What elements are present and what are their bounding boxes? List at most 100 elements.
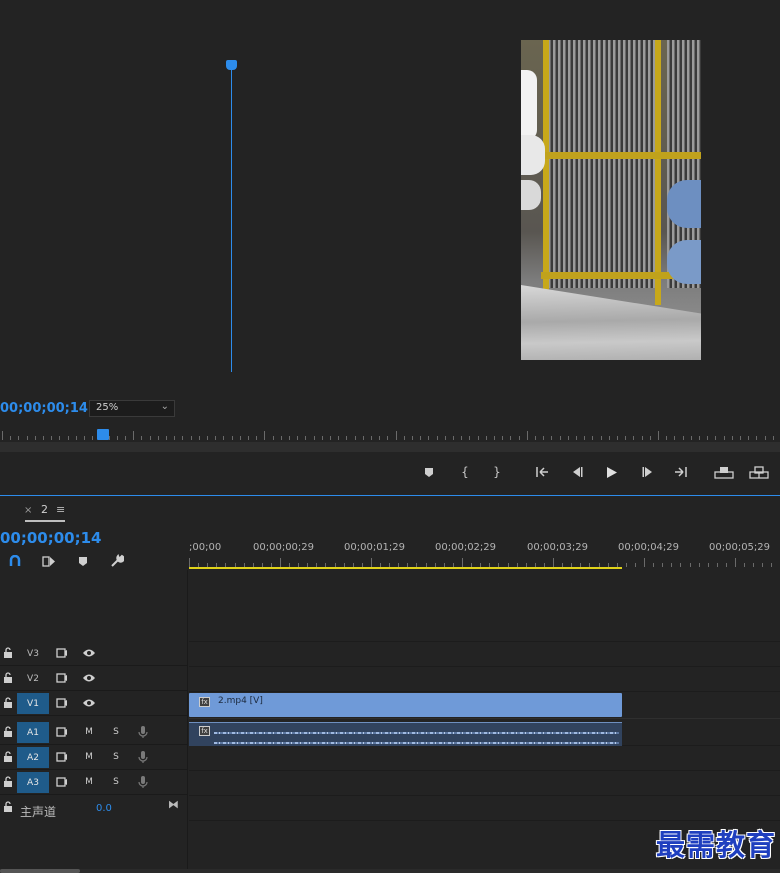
work-area-bar[interactable] (189, 567, 622, 569)
white-shoe (521, 70, 537, 140)
linked-selection-button[interactable] (40, 552, 58, 570)
solo-track-button[interactable]: S (108, 775, 124, 789)
ruler-tick (305, 436, 306, 440)
go-to-in-button[interactable] (531, 460, 553, 484)
mark-in-button[interactable]: { (454, 460, 476, 484)
ruler-tick (215, 436, 216, 440)
lock-icon[interactable] (3, 697, 13, 709)
lock-icon[interactable] (3, 776, 13, 788)
toggle-sync-lock-button[interactable] (54, 646, 70, 660)
lock-icon[interactable] (3, 751, 13, 763)
ruler-tick (232, 436, 233, 440)
sequence-tab-row: × 2 ≡ (0, 496, 780, 522)
snap-button[interactable] (6, 552, 24, 570)
video-clip[interactable]: fx 2.mp4 [V] (189, 693, 622, 717)
track-header-a1: A1 M S (0, 720, 188, 745)
step-forward-button[interactable] (637, 460, 659, 484)
track-name-a3[interactable]: A3 (17, 772, 49, 793)
play-icon (607, 466, 617, 478)
timeline-playhead[interactable] (226, 60, 237, 70)
panel-menu-icon[interactable]: ≡ (56, 503, 65, 516)
ruler-tick (560, 436, 561, 440)
monitor-playhead[interactable] (97, 429, 109, 440)
monitor-time-ruler[interactable] (0, 428, 780, 442)
timeline-settings-button[interactable] (108, 552, 126, 570)
ruler-tick (735, 558, 736, 567)
timeline-time-ruler[interactable]: ;00;00 00;00;00;29 00;00;01;29 00;00;02;… (189, 540, 780, 570)
ruler-tick (158, 436, 159, 440)
microphone-icon[interactable] (137, 725, 149, 739)
lock-icon[interactable] (3, 801, 13, 813)
mute-track-button[interactable]: M (81, 725, 97, 739)
lock-icon[interactable] (3, 726, 13, 738)
film-icon (56, 727, 67, 737)
extract-button[interactable] (748, 460, 770, 484)
toggle-track-output-button[interactable] (81, 696, 97, 710)
track-name-a1[interactable]: A1 (17, 722, 49, 743)
mark-out-icon: } (493, 465, 501, 479)
ruler-tick (674, 436, 675, 440)
microphone-icon[interactable] (137, 750, 149, 764)
ruler-tick (453, 436, 454, 440)
ruler-tick (280, 558, 281, 567)
close-icon[interactable]: × (24, 505, 32, 516)
step-back-button[interactable] (566, 460, 588, 484)
ruler-tick (248, 436, 249, 440)
ruler-tick (635, 563, 636, 567)
toggle-sync-lock-button[interactable] (54, 750, 70, 764)
toggle-sync-lock-button[interactable] (54, 775, 70, 789)
toggle-sync-lock-button[interactable] (54, 725, 70, 739)
toggle-sync-lock-button[interactable] (54, 671, 70, 685)
transport-controls: { } (0, 460, 780, 484)
horizontal-scrollbar[interactable] (0, 869, 780, 873)
magnet-icon (9, 555, 21, 566)
add-marker-button[interactable] (418, 460, 440, 484)
scrollbar-thumb[interactable] (0, 869, 80, 873)
ruler-tick (708, 563, 709, 567)
microphone-icon[interactable] (137, 775, 149, 789)
ruler-tick (609, 436, 610, 440)
toggle-sync-lock-button[interactable] (54, 696, 70, 710)
add-marker-tool-button[interactable] (74, 552, 92, 570)
lift-button[interactable] (713, 460, 735, 484)
play-button[interactable] (601, 460, 623, 484)
track-name-v3[interactable]: V3 (17, 643, 49, 664)
ruler-tick (683, 436, 684, 440)
ruler-tick (51, 436, 52, 440)
track-name-v2[interactable]: V2 (17, 668, 49, 689)
track-name-a2[interactable]: A2 (17, 747, 49, 768)
zoom-level-value: 25% (96, 402, 119, 413)
mute-track-button[interactable]: M (81, 750, 97, 764)
ruler-tick (387, 436, 388, 440)
lock-icon[interactable] (3, 672, 13, 684)
marker-icon (425, 467, 433, 477)
mute-track-button[interactable]: M (81, 775, 97, 789)
film-icon (56, 673, 67, 683)
solo-track-button[interactable]: S (108, 725, 124, 739)
ruler-tick (297, 436, 298, 440)
master-volume-value[interactable]: 0.0 (96, 803, 112, 814)
timeline-timecode[interactable]: 00;00;00;14 (0, 529, 102, 547)
go-to-out-button[interactable] (670, 460, 692, 484)
ruler-tick (486, 436, 487, 440)
audio-clip[interactable]: fx (189, 722, 622, 746)
go-to-end-icon[interactable]: ⧓ (168, 798, 179, 811)
toggle-track-output-button[interactable] (81, 671, 97, 685)
zoom-level-select[interactable]: 25% ⌄ (89, 400, 175, 417)
lock-icon[interactable] (3, 647, 13, 659)
solo-track-button[interactable]: S (108, 750, 124, 764)
mark-out-button[interactable]: } (486, 460, 508, 484)
ruler-label: 00;00;00;29 (253, 542, 315, 553)
ruler-tick (732, 436, 733, 440)
eye-icon (83, 649, 95, 657)
step-back-icon (573, 467, 583, 477)
ruler-tick (771, 563, 772, 567)
ruler-tick (553, 558, 554, 567)
ruler-tick (650, 436, 651, 440)
monitor-scroll-bar[interactable] (0, 442, 780, 452)
playhead-timecode[interactable]: 00;00;00;14 (0, 401, 88, 416)
track-name-v1[interactable]: V1 (17, 693, 49, 714)
toggle-track-output-button[interactable] (81, 646, 97, 660)
tab-sequence-2[interactable]: 2 (41, 503, 48, 516)
eye-icon (83, 699, 95, 707)
